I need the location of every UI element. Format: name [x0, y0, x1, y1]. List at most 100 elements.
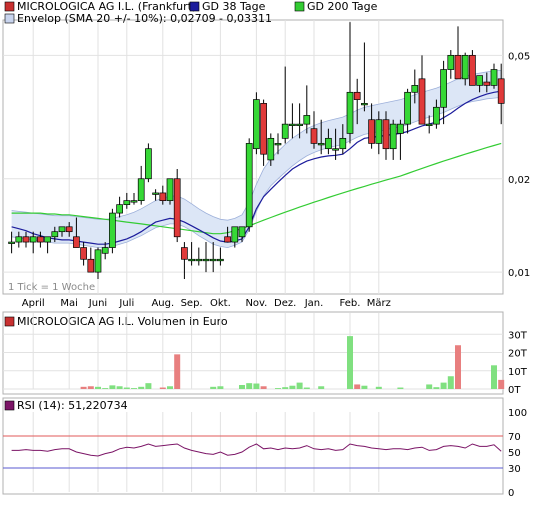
candle-body: [296, 123, 303, 126]
volume-bar: [116, 386, 123, 389]
candle-body: [73, 236, 80, 248]
legend-label-envelope: Envelop (SMA 20 +/- 10%): 0,02709 - 0,03…: [17, 12, 272, 25]
candle-body: [411, 85, 419, 93]
candle-body: [469, 54, 476, 86]
candle-body: [418, 78, 426, 125]
candle-body: [454, 54, 462, 80]
volume-bar: [246, 383, 253, 389]
volume-swatch: [4, 316, 15, 327]
candle: [145, 143, 152, 183]
candle-body: [123, 200, 131, 206]
candle: [469, 50, 476, 86]
candle-body: [267, 137, 275, 161]
candle-body: [65, 226, 73, 233]
volume-tick-label: 20T: [508, 349, 528, 360]
candle-body: [181, 247, 188, 260]
volume-bar: [239, 384, 245, 389]
volume-bar: [433, 387, 440, 389]
rsi-panel: RSI (14): 51,220734 0 30 50 70 100: [2, 397, 527, 499]
legend-swatch-gd38: [189, 1, 200, 12]
candle-body: [80, 247, 87, 260]
month-label: Sep.: [181, 298, 203, 309]
candle-body: [461, 54, 469, 80]
candle-body: [101, 247, 109, 254]
volume-bar: [217, 386, 224, 389]
volume-bar: [491, 365, 497, 389]
candle: [253, 92, 260, 155]
candle-body: [224, 236, 231, 243]
volume-bar: [131, 388, 137, 389]
price-tick-label: 0,02: [508, 175, 530, 186]
rsi-tick-label: 100: [508, 408, 527, 419]
candle-body: [497, 78, 505, 104]
legend-swatch-gd200: [294, 1, 305, 12]
candle: [245, 138, 253, 232]
volume-bar: [375, 386, 382, 389]
candle-body: [29, 236, 37, 243]
price-panel: 0,01 0,02 0,05 April Mai Juni Juli Aug. Sep. Okt…: [2, 19, 530, 309]
candle-body: [166, 178, 174, 201]
volume-bar: [145, 383, 152, 389]
candle-body: [145, 148, 152, 180]
candle-body: [447, 54, 455, 70]
volume-bar: [123, 387, 130, 389]
candle-body: [310, 128, 318, 144]
month-label: Mai: [60, 298, 78, 309]
volume-bar: [426, 384, 433, 389]
candle-body: [44, 236, 51, 243]
candle-body: [397, 123, 404, 134]
volume-bar: [87, 386, 94, 389]
price-tick-label: 0,05: [508, 51, 530, 62]
volume-bar: [282, 387, 289, 389]
rsi-swatch: [4, 400, 15, 411]
candle-body: [87, 258, 95, 273]
volume-tick-label: 0T: [508, 385, 521, 396]
price-y-ticks: 0,01 0,02 0,05: [508, 51, 530, 279]
candle-body: [37, 236, 44, 243]
volume-bar: [361, 385, 368, 389]
volume-bar: [289, 385, 296, 389]
rsi-tick-label: 70: [508, 432, 521, 443]
candle: [166, 178, 174, 205]
candle-body: [188, 258, 195, 262]
candle-body: [253, 99, 260, 150]
month-label: Feb.: [340, 298, 361, 309]
candle-body: [238, 226, 246, 238]
candle-body: [325, 137, 332, 150]
candle-body: [440, 69, 447, 108]
candle-body: [281, 123, 289, 139]
candle-body: [202, 258, 210, 262]
candle: [173, 169, 181, 243]
volume-bar: [455, 345, 461, 389]
volume-bar: [253, 383, 260, 389]
month-label: Aug.: [151, 298, 174, 309]
rsi-tick-label: 50: [508, 448, 521, 459]
candle-body: [483, 81, 491, 86]
price-tick-label: 0,01: [508, 268, 530, 279]
candle-body: [425, 123, 433, 126]
volume-bar: [80, 386, 87, 389]
candle-body: [8, 241, 15, 244]
candle-body: [332, 148, 339, 151]
candle-body: [382, 119, 390, 150]
volume-bar: [440, 382, 447, 389]
candle-body: [116, 204, 123, 214]
volume-bar: [347, 336, 353, 389]
volume-tick-label: 30T: [508, 330, 528, 341]
candle-body: [404, 91, 411, 125]
rsi-tick-label: 0: [508, 488, 514, 499]
volume-panel: MICROLOGICA AG I.L. Volumen in Euro 0T 10…: [2, 311, 528, 396]
month-label: Juli: [118, 298, 134, 309]
legend-swatch-envelope: [4, 13, 15, 24]
candle-body: [209, 258, 217, 262]
volume-tick-label: 10T: [508, 367, 528, 378]
volume-bar: [296, 382, 303, 389]
candle-body: [490, 69, 498, 86]
month-label: April: [22, 298, 45, 309]
candle-body: [22, 236, 30, 243]
candle-body: [375, 119, 383, 144]
candle-body: [346, 91, 354, 134]
rsi-y-ticks: 0 30 50 70 100: [508, 408, 527, 499]
candle-body: [260, 103, 267, 155]
month-label: Okt.: [210, 298, 231, 309]
